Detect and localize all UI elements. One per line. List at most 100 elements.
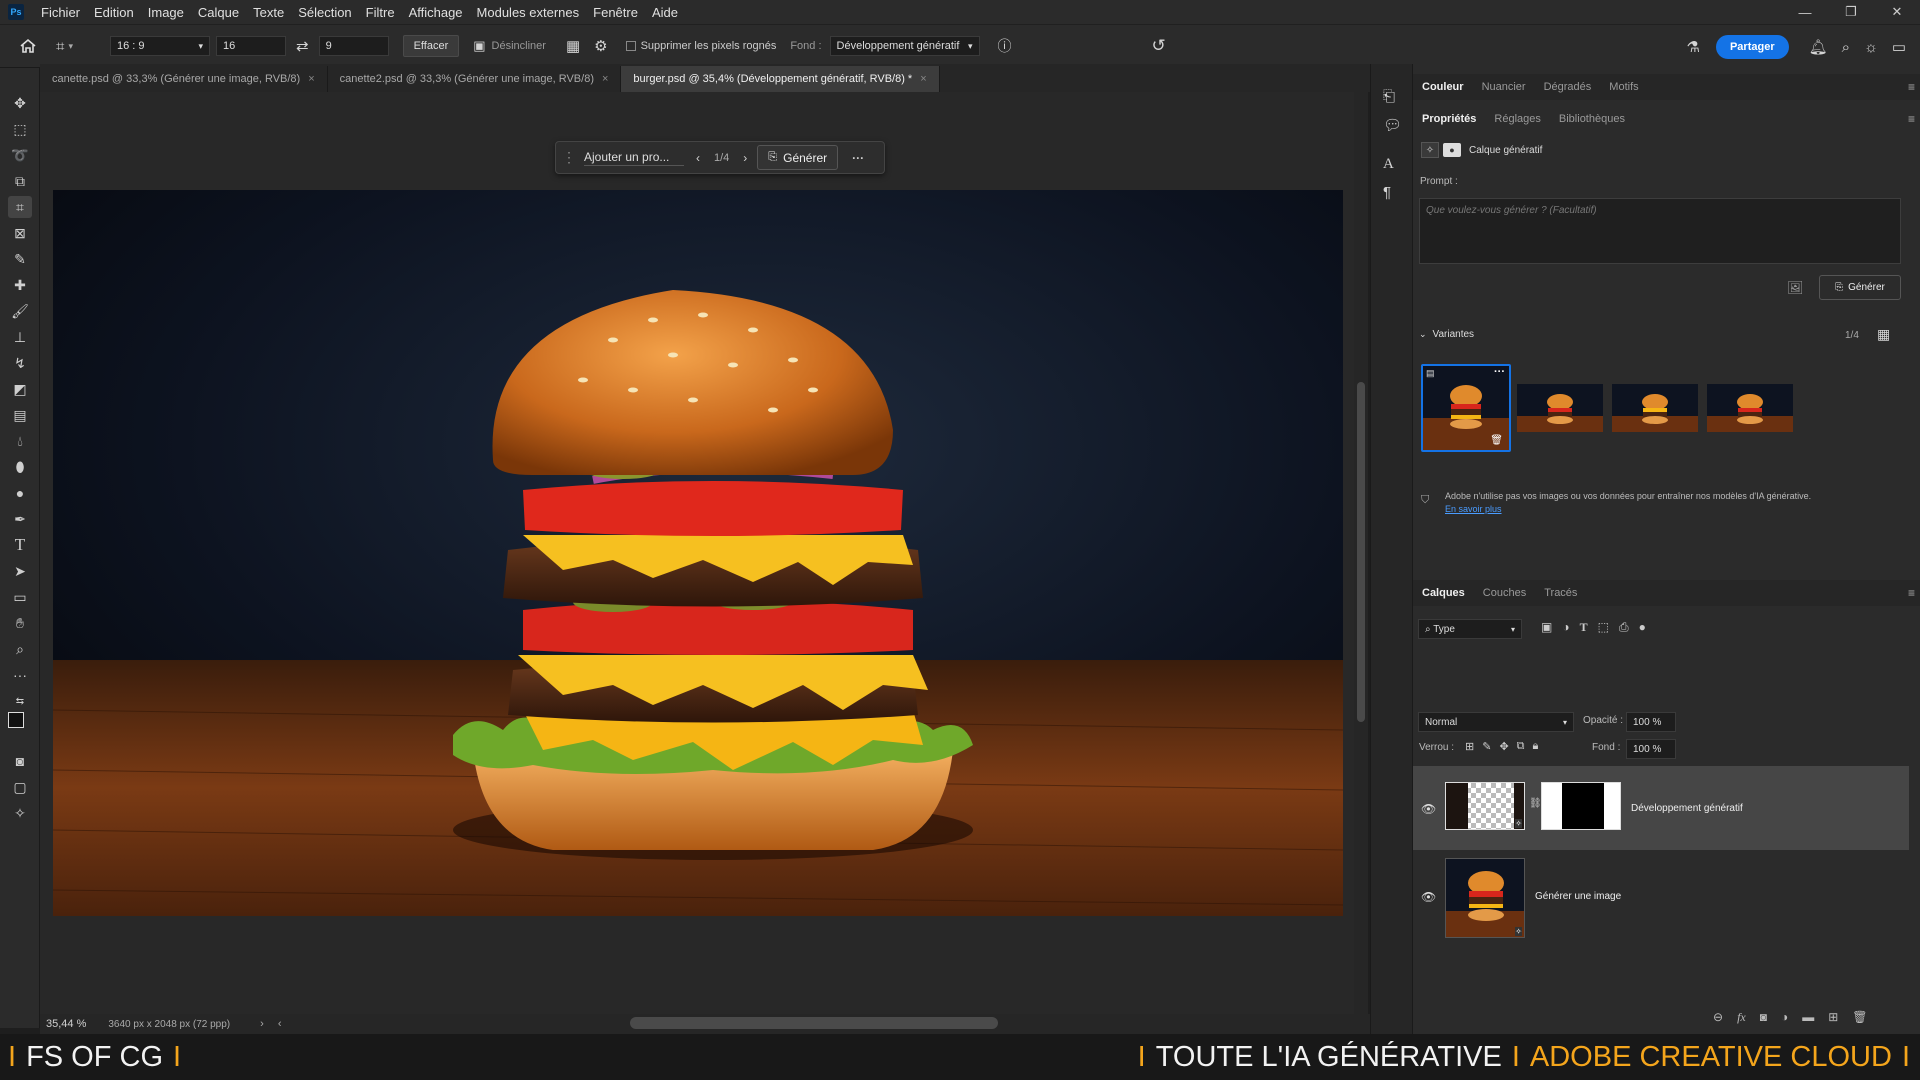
eraser-tool-icon[interactable]: ◩	[8, 378, 32, 400]
panel-menu-icon[interactable]: ≡	[1908, 112, 1915, 126]
reset-icon[interactable]: ↺	[1152, 36, 1166, 56]
tab-nuancier[interactable]: Nuancier	[1473, 81, 1535, 93]
healing-brush-tool-icon[interactable]: ✚	[8, 274, 32, 296]
path-selection-tool-icon[interactable]: ➤	[8, 560, 32, 582]
menu-edition[interactable]: Edition	[87, 5, 141, 20]
variant-thumbnail-3[interactable]	[1612, 384, 1698, 432]
straighten-button[interactable]: Désincliner	[492, 40, 546, 52]
eyedropper-tool-icon[interactable]: ✎	[8, 248, 32, 270]
close-icon[interactable]: ×	[920, 73, 926, 85]
lock-all-icon[interactable]: 🔒︎	[1533, 740, 1539, 753]
height-input[interactable]: 9	[318, 36, 389, 56]
tab-canette2[interactable]: canette2.psd @ 33,3% (Générer une image,…	[327, 66, 622, 92]
photoshop-logo[interactable]: Ps	[8, 4, 24, 20]
variant-thumbnail-2[interactable]	[1517, 384, 1603, 432]
layer-row-developpement[interactable]: 👁︎ ✧ ⛓ Développement génératif	[1413, 766, 1909, 850]
share-button[interactable]: Partager	[1715, 35, 1789, 59]
discover-lightbulb-icon[interactable]: ☼	[1864, 39, 1878, 56]
menu-filtre[interactable]: Filtre	[359, 5, 402, 20]
lock-transparency-icon[interactable]: ⊞	[1465, 740, 1474, 753]
menu-fenetre[interactable]: Fenêtre	[586, 5, 645, 20]
menu-aide[interactable]: Aide	[645, 5, 685, 20]
tab-proprietes[interactable]: Propriétés	[1413, 113, 1485, 125]
adjustment-filter-icon[interactable]: ◑	[1562, 620, 1569, 635]
add-mask-icon[interactable]: ◙	[1760, 1010, 1767, 1025]
close-icon[interactable]: ×	[308, 73, 314, 85]
link-icon[interactable]: ⛓	[1529, 798, 1542, 809]
screen-mode-icon[interactable]: ▢	[8, 776, 32, 798]
shape-filter-icon[interactable]: ⬚	[1598, 620, 1609, 635]
chevron-right-icon[interactable]: ›	[743, 151, 747, 165]
prompt-textarea[interactable]: Que voulez-vous générer ? (Facultatif)	[1419, 198, 1901, 264]
quick-mask-icon[interactable]: ◙	[8, 750, 32, 772]
workspace-icon[interactable]: ▭	[1892, 38, 1906, 56]
layer-filter-select[interactable]: ⌕ Type ▾	[1418, 619, 1522, 639]
restore-button[interactable]: ❐	[1828, 0, 1874, 24]
tab-calques[interactable]: Calques	[1413, 587, 1474, 599]
visibility-eye-icon[interactable]: 👁︎	[1421, 802, 1436, 816]
crop-tool-preset[interactable]: ⌗ ▾	[56, 25, 100, 67]
burger-image[interactable]	[53, 190, 1343, 916]
chevron-left-icon[interactable]: ‹	[696, 151, 700, 165]
gradient-tool-icon[interactable]: ▤	[8, 404, 32, 426]
more-options-icon[interactable]: ···	[1494, 366, 1505, 378]
generate-button[interactable]: ⎘ Générer	[757, 145, 839, 170]
stamp-tool-icon[interactable]: ⊥	[8, 326, 32, 348]
trash-icon[interactable]: 🗑︎	[1490, 435, 1503, 446]
link-layers-icon[interactable]: ⊖	[1713, 1010, 1723, 1025]
more-tools-icon[interactable]: ···	[8, 664, 32, 686]
close-window-button[interactable]: ✕	[1874, 0, 1920, 24]
history-brush-tool-icon[interactable]: ↯	[8, 352, 32, 374]
pen-tool-icon[interactable]: ✒	[8, 508, 32, 530]
layer-mask-thumbnail[interactable]	[1541, 782, 1621, 830]
history-icon[interactable]: ⎗	[1383, 88, 1395, 105]
blur-tool-icon[interactable]: 💧︎	[8, 430, 32, 452]
home-button[interactable]	[0, 25, 56, 67]
minimize-button[interactable]: —	[1782, 0, 1828, 24]
menu-selection[interactable]: Sélection	[291, 5, 358, 20]
menu-fichier[interactable]: Fichier	[34, 5, 87, 20]
variant-thumbnail-4[interactable]	[1707, 384, 1793, 432]
grid-overlay-icon[interactable]: ▦	[566, 37, 580, 55]
reference-image-icon[interactable]: 🖼︎	[1787, 280, 1804, 296]
chevron-left-icon[interactable]: ‹	[278, 1018, 282, 1030]
tab-couches[interactable]: Couches	[1474, 587, 1535, 599]
info-icon[interactable]: ⓘ	[998, 36, 1012, 56]
panel-menu-icon[interactable]: ≡	[1908, 80, 1915, 94]
new-layer-icon[interactable]: ⊞	[1828, 1010, 1838, 1025]
move-tool-icon[interactable]: ✥	[8, 92, 32, 114]
clear-button[interactable]: Effacer	[402, 35, 460, 57]
variant-thumbnail-1[interactable]: ▤ ··· 🗑︎	[1421, 364, 1511, 452]
fill-select[interactable]: Développement génératif ▾	[829, 36, 980, 56]
grid-view-icon[interactable]: ▦	[1877, 326, 1890, 343]
chevron-right-icon[interactable]: ›	[260, 1018, 264, 1030]
tab-traces[interactable]: Tracés	[1535, 587, 1586, 599]
tab-burger[interactable]: burger.psd @ 35,4% (Développement généra…	[621, 66, 940, 92]
comments-icon[interactable]: 💬︎	[1383, 116, 1402, 134]
tab-degrades[interactable]: Dégradés	[1535, 81, 1601, 93]
vertical-scrollbar[interactable]	[1354, 92, 1368, 1014]
zoom-tool-icon[interactable]: ⌕	[8, 638, 32, 660]
menu-texte[interactable]: Texte	[246, 5, 291, 20]
ratio-select[interactable]: 16 : 9 ▾	[110, 36, 210, 56]
paragraph-icon[interactable]: ¶	[1383, 184, 1391, 201]
learn-more-link[interactable]: En savoir plus	[1445, 503, 1905, 516]
drag-handle-icon[interactable]: ⋮	[562, 149, 576, 166]
bell-icon[interactable]: 🔔︎	[1809, 38, 1828, 56]
swap-icon[interactable]: ⇄	[296, 37, 309, 55]
more-options-icon[interactable]: ···	[852, 151, 864, 165]
adjustment-layer-icon[interactable]: ◑	[1781, 1010, 1788, 1025]
panel-menu-icon[interactable]: ≡	[1908, 586, 1915, 600]
tab-bibliotheques[interactable]: Bibliothèques	[1550, 113, 1634, 125]
prompt-input[interactable]: Ajouter un pro...	[584, 150, 684, 166]
sponge-tool-icon[interactable]: ●	[8, 482, 32, 504]
character-icon[interactable]: A	[1383, 156, 1394, 173]
menu-modules-externes[interactable]: Modules externes	[470, 5, 587, 20]
smart-object-filter-icon[interactable]: ⎙	[1619, 620, 1629, 635]
variants-header[interactable]: ⌄ Variantes	[1419, 329, 1474, 340]
layer-row-generer-image[interactable]: 👁︎ ✧ Générer une image	[1413, 854, 1909, 938]
delete-cropped-checkbox[interactable]	[625, 41, 636, 51]
lock-pixels-icon[interactable]: ✎	[1482, 740, 1491, 753]
menu-image[interactable]: Image	[141, 5, 191, 20]
properties-generate-button[interactable]: ⎘ Générer	[1819, 275, 1901, 300]
